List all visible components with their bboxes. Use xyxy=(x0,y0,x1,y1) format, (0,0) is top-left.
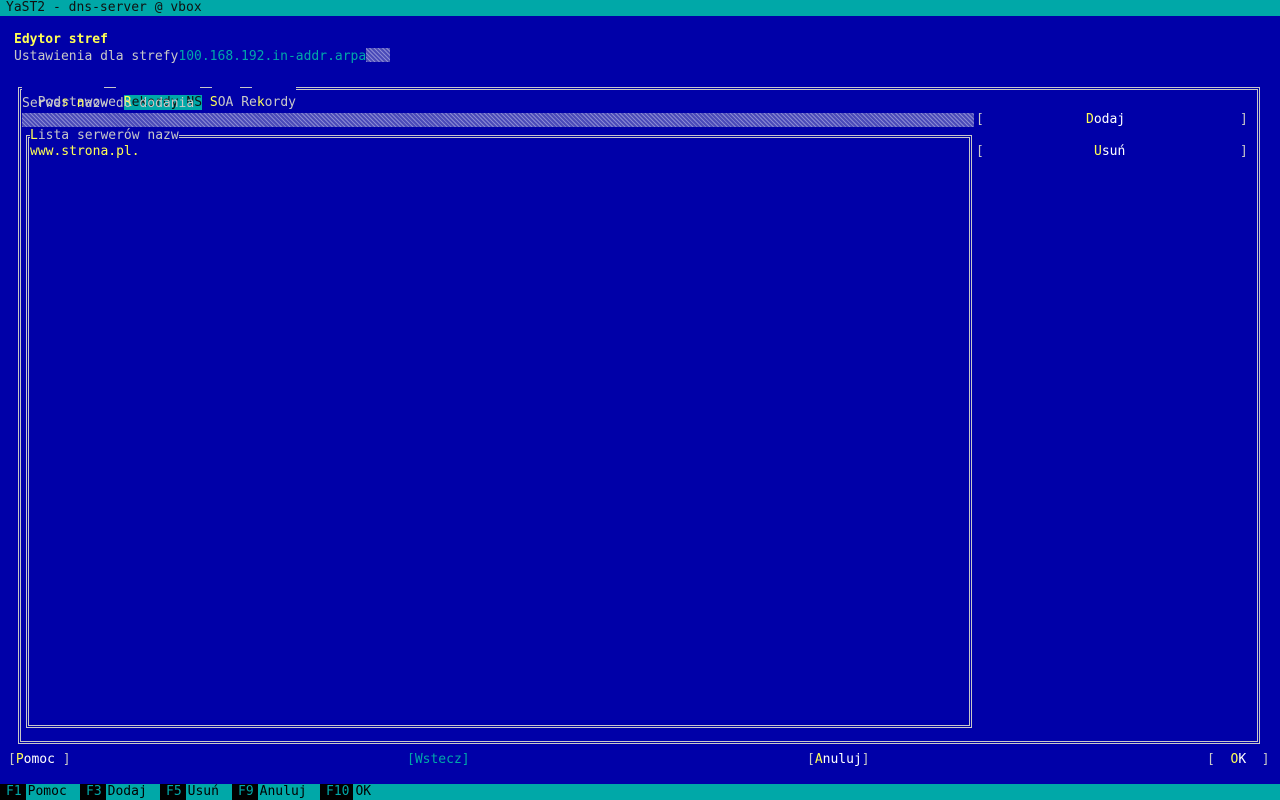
fkey-ok[interactable]: F10 OK xyxy=(320,784,371,800)
add-server-input[interactable] xyxy=(22,113,974,127)
zone-settings-label: Ustawienia dla strefy xyxy=(14,49,179,64)
function-key-bar: F1 Pomoc F3 Dodaj F5 Usuń F9 Anuluj F10 OK xyxy=(0,784,1280,800)
fkey-help[interactable]: F1 Pomoc xyxy=(0,784,67,800)
window-titlebar: YaST2 - dns-server @ vbox xyxy=(0,0,1280,16)
page-title: Edytor stref xyxy=(14,32,108,47)
add-server-label: Serwer nazw do dodania xyxy=(22,96,195,111)
zone-name: 100.168.192.in-addr.arpa xyxy=(178,49,367,64)
help-button[interactable]: [Pomoc ] xyxy=(8,752,71,768)
server-list-item[interactable]: www.strona.pl. xyxy=(30,144,140,160)
window-title: YaST2 - dns-server @ vbox xyxy=(6,0,202,15)
fkey-add[interactable]: F3 Dodaj xyxy=(80,784,147,800)
server-list-title: Lista serwerów nazw xyxy=(30,128,179,144)
tab-separator xyxy=(200,87,212,88)
tab-rekordy[interactable]: Rekordy xyxy=(241,95,296,110)
tab-soa[interactable]: SOA xyxy=(210,95,233,110)
back-button[interactable]: [Wstecz] xyxy=(407,752,470,768)
cancel-button[interactable]: [Anuluj] xyxy=(807,752,870,768)
tab-separator xyxy=(240,87,252,88)
remove-button-label: Usuń xyxy=(1094,144,1126,159)
fkey-remove[interactable]: F5 Usuń xyxy=(160,784,219,800)
zone-settings-line: Ustawienia dla strefy100.168.192.in-addr… xyxy=(14,48,391,65)
add-button-label: Dodaj xyxy=(1086,112,1126,127)
remove-button[interactable]: [ Usuń ] xyxy=(976,144,1248,208)
fkey-cancel[interactable]: F9 Anuluj xyxy=(232,784,307,800)
zone-name-cursor xyxy=(366,48,391,62)
server-list-frame xyxy=(26,135,972,728)
ok-button[interactable]: [ OK ] xyxy=(1207,752,1270,768)
tab-separator xyxy=(104,87,116,88)
